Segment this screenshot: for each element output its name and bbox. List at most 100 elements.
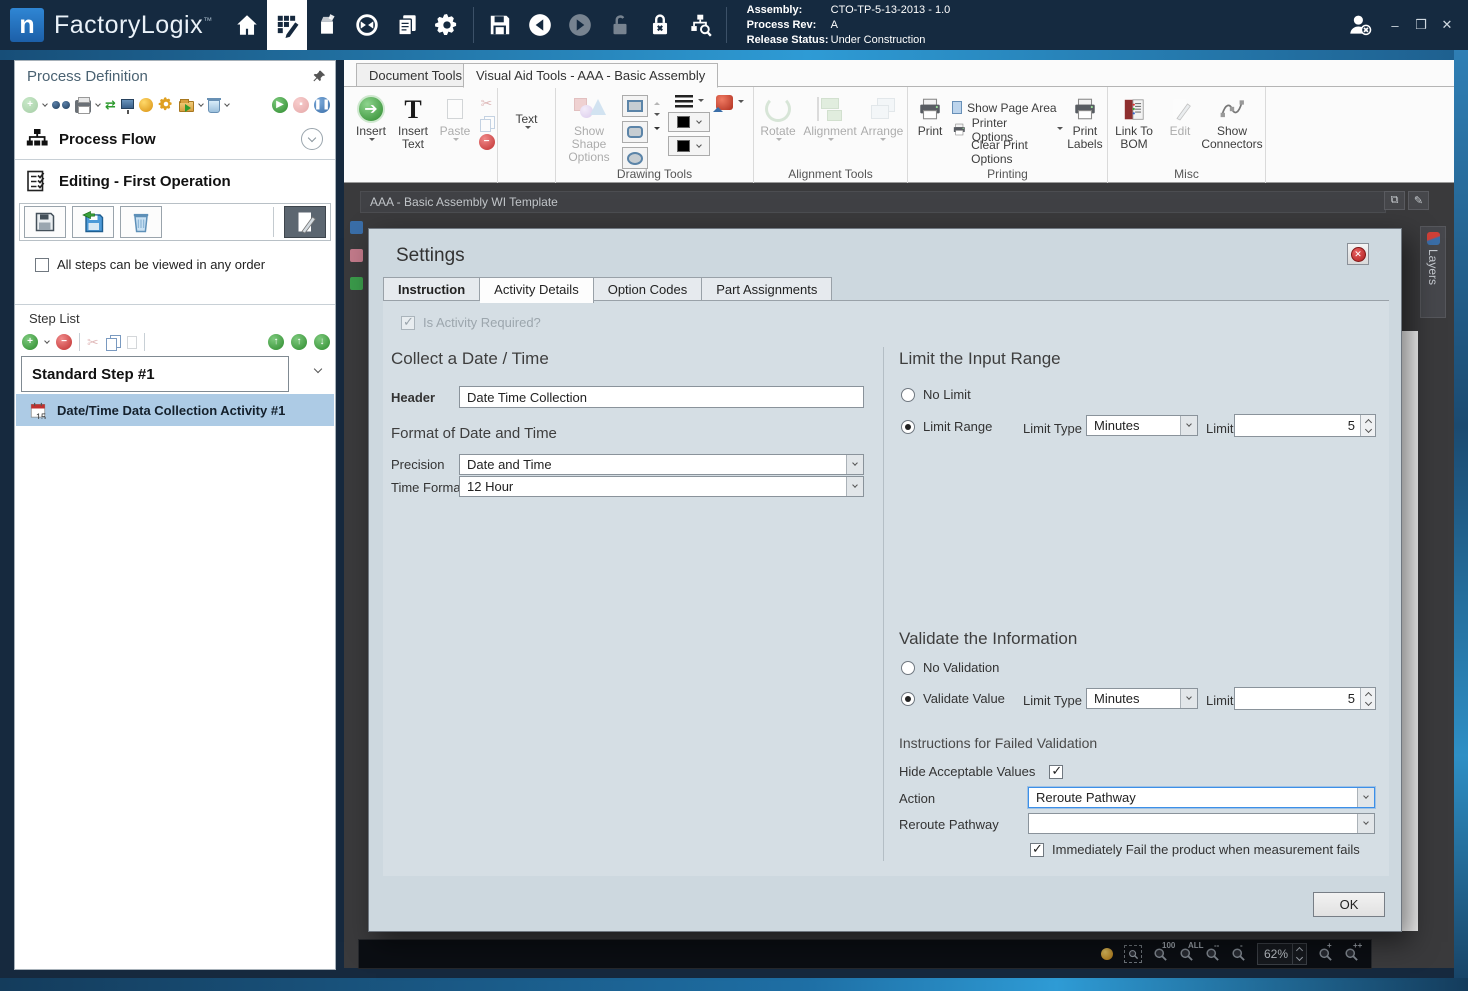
immediately-fail-checkbox[interactable]: [1030, 841, 1044, 857]
save-icon[interactable]: [480, 0, 520, 50]
limit-range-radio[interactable]: [901, 419, 915, 434]
release-icon[interactable]: ▶: [272, 97, 288, 113]
rounded-rectangle-shape-button[interactable]: [622, 121, 648, 143]
move-step-up-icon[interactable]: ↑: [291, 334, 307, 350]
zoom-out-fast-icon[interactable]: --: [1205, 941, 1220, 962]
zoom-in-icon[interactable]: +: [1318, 941, 1333, 962]
link-to-bom-button[interactable]: Link To BOM: [1108, 91, 1160, 151]
add-dropdown-icon[interactable]: [42, 100, 48, 107]
tab-part-assignments[interactable]: Part Assignments: [702, 277, 833, 301]
back-icon[interactable]: [520, 0, 560, 50]
layers-tab[interactable]: Layers: [1420, 226, 1446, 318]
limit-value-stepper[interactable]: 5: [1234, 414, 1376, 437]
no-limit-radio[interactable]: [901, 387, 915, 402]
delete-operation-button[interactable]: [120, 206, 162, 238]
no-validation-radio[interactable]: [901, 660, 915, 675]
text-button[interactable]: Text: [503, 91, 551, 132]
insert-button[interactable]: ➔ Insert: [350, 91, 392, 144]
scroll-down-icon[interactable]: [654, 113, 660, 119]
highlight-tool-icon[interactable]: [1101, 948, 1113, 960]
edit-template-icon[interactable]: ✎: [1408, 191, 1429, 210]
logout-user-icon[interactable]: [1338, 0, 1382, 50]
add-step-dropdown-icon[interactable]: [44, 337, 50, 344]
rotate-button[interactable]: Rotate: [754, 91, 802, 144]
settings-gear-icon[interactable]: [427, 0, 467, 50]
clear-print-options-button[interactable]: Clear Print Options: [952, 138, 1063, 166]
pages-view-icon[interactable]: ⧉: [1384, 191, 1405, 210]
tab-option-codes[interactable]: Option Codes: [593, 277, 703, 301]
maximize-button[interactable]: ❒: [1408, 17, 1434, 33]
remove-step-icon[interactable]: −: [56, 334, 72, 350]
tab-instruction[interactable]: Instruction: [383, 277, 481, 301]
shape-3d-color-button[interactable]: [713, 95, 744, 112]
rectangle-shape-button[interactable]: [622, 95, 648, 117]
process-settings-icon[interactable]: [158, 96, 174, 115]
more-shapes-icon[interactable]: [654, 127, 660, 133]
insert-text-button[interactable]: T Insert Text: [392, 91, 434, 151]
hold-icon[interactable]: ❚❚: [314, 97, 330, 113]
export-dropdown-icon[interactable]: [198, 100, 204, 107]
save-operation-button[interactable]: [24, 206, 66, 238]
stepper-arrows-icon[interactable]: [1360, 415, 1375, 436]
find-icon[interactable]: [52, 99, 70, 111]
tab-visual-aid-tools[interactable]: Visual Aid Tools - AAA - Basic Assembly: [463, 63, 719, 88]
zoom-out-icon[interactable]: -: [1231, 941, 1246, 962]
notify-icon[interactable]: [138, 98, 153, 112]
zoom-level-field[interactable]: 62%: [1257, 943, 1307, 965]
validate-limit-type-select[interactable]: Minutes: [1086, 688, 1198, 709]
hide-acceptable-checkbox[interactable]: [1049, 763, 1064, 779]
stepper-arrows-icon[interactable]: [1360, 688, 1375, 709]
close-button[interactable]: ✕: [1434, 17, 1460, 33]
deploy-icon[interactable]: [120, 99, 134, 114]
time-format-select[interactable]: 12 Hour: [459, 476, 864, 497]
activity-row-selected[interactable]: 15 Date/Time Data Collection Activity #1: [16, 394, 334, 426]
process-flow-row[interactable]: Process Flow: [25, 123, 325, 155]
validate-limit-stepper[interactable]: 5: [1234, 687, 1376, 710]
copy-icon[interactable]: [479, 116, 495, 132]
lock-cancel-icon[interactable]: [640, 0, 680, 50]
import-operation-button[interactable]: [72, 206, 114, 238]
process-search-icon[interactable]: [680, 0, 720, 50]
ok-button[interactable]: OK: [1313, 892, 1385, 917]
zoom-in-fast-icon[interactable]: ++: [1344, 941, 1362, 962]
print-labels-button[interactable]: Print Labels: [1063, 91, 1107, 151]
header-input[interactable]: [459, 386, 864, 408]
collapse-icon[interactable]: [301, 128, 323, 150]
arrange-button[interactable]: Arrange: [858, 91, 906, 144]
show-shape-options-button[interactable]: Show Shape Options: [556, 91, 622, 164]
minimize-button[interactable]: ‒: [1382, 18, 1408, 33]
zoom-spinner[interactable]: [1292, 944, 1306, 964]
zoom-selection-icon[interactable]: [1124, 945, 1142, 963]
print-button[interactable]: Print: [908, 91, 952, 138]
forward-icon[interactable]: [560, 0, 600, 50]
line-color-picker[interactable]: [668, 112, 710, 132]
home-icon[interactable]: [227, 0, 267, 50]
fill-color-picker[interactable]: [668, 136, 710, 156]
limit-type-select[interactable]: Minutes: [1086, 415, 1198, 436]
ellipse-shape-button[interactable]: [622, 147, 648, 169]
tab-activity-details[interactable]: Activity Details: [480, 277, 594, 303]
edit-operation-button[interactable]: [284, 206, 326, 238]
export-icon[interactable]: [178, 98, 194, 112]
step-name-box[interactable]: Standard Step #1: [21, 356, 289, 392]
add-step-icon[interactable]: +: [22, 334, 38, 350]
line-style-button[interactable]: [674, 95, 704, 108]
delete-icon[interactable]: [206, 97, 221, 113]
paste-icon[interactable]: [126, 335, 137, 349]
any-order-checkbox[interactable]: [35, 257, 49, 272]
reroute-pathway-select[interactable]: [1028, 813, 1375, 834]
print-icon[interactable]: [75, 97, 91, 114]
print-dropdown-icon[interactable]: [95, 100, 101, 107]
delete-dropdown-icon[interactable]: [224, 100, 230, 107]
paste-button[interactable]: Paste: [434, 91, 476, 144]
show-connectors-button[interactable]: Show Connectors: [1200, 91, 1264, 151]
cut-icon[interactable]: ✂: [87, 334, 99, 351]
compare-icon[interactable]: ⇄: [105, 97, 116, 113]
action-select[interactable]: Reroute Pathway: [1028, 787, 1375, 808]
process-definition-nav-icon[interactable]: [266, 0, 307, 50]
add-process-icon[interactable]: +: [22, 97, 38, 113]
insert-step-above-icon[interactable]: ↑: [268, 334, 284, 350]
unlock-icon[interactable]: [600, 0, 640, 50]
remove-icon[interactable]: −: [478, 134, 495, 150]
zoom-fit-all-icon[interactable]: ALL: [1179, 941, 1204, 962]
